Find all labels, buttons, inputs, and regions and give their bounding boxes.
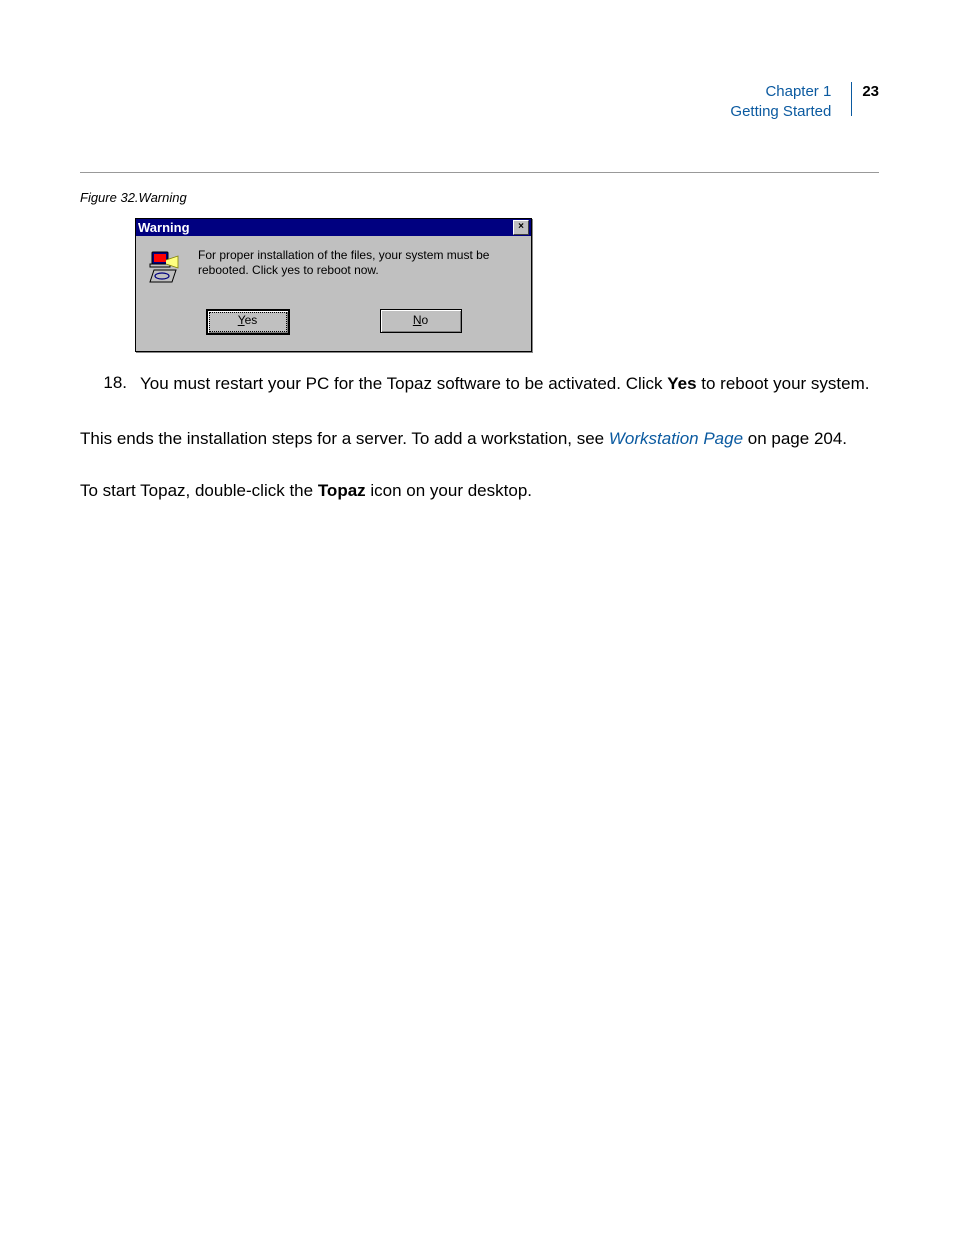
workstation-page-link[interactable]: Workstation Page xyxy=(609,429,743,448)
start-topaz-paragraph: To start Topaz, double-click the Topaz i… xyxy=(80,480,879,503)
step-18: 18. You must restart your PC for the Top… xyxy=(80,372,879,396)
warning-dialog: Warning × For proper installation of the… xyxy=(135,218,532,352)
dialog-titlebar: Warning × xyxy=(136,219,531,236)
dialog-title: Warning xyxy=(138,220,190,235)
horizontal-rule xyxy=(80,172,879,173)
step-number: 18. xyxy=(80,372,137,395)
dialog-message: For proper installation of the files, yo… xyxy=(198,248,513,278)
topaz-bold: Topaz xyxy=(318,481,366,500)
page-header: Chapter 1 Getting Started 23 xyxy=(730,82,879,121)
figure-caption: Figure 32.Warning xyxy=(80,190,187,205)
para3-before: To start Topaz, double-click the xyxy=(80,481,318,500)
para2-before: This ends the installation steps for a s… xyxy=(80,429,609,448)
chapter-label: Chapter 1 xyxy=(730,82,831,102)
para3-after: icon on your desktop. xyxy=(366,481,532,500)
yes-bold: Yes xyxy=(667,374,696,393)
section-label: Getting Started xyxy=(730,102,831,122)
para2-after: on page 204. xyxy=(743,429,847,448)
step-text-after: to reboot your system. xyxy=(697,374,870,393)
step-text-before: You must restart your PC for the Topaz s… xyxy=(140,374,667,393)
header-divider xyxy=(851,82,852,116)
close-icon[interactable]: × xyxy=(513,220,529,235)
no-button[interactable]: No xyxy=(380,309,462,333)
yes-button[interactable]: Yes xyxy=(206,309,290,335)
install-ends-paragraph: This ends the installation steps for a s… xyxy=(80,428,879,451)
page-number: 23 xyxy=(862,82,879,102)
install-icon xyxy=(148,250,182,289)
